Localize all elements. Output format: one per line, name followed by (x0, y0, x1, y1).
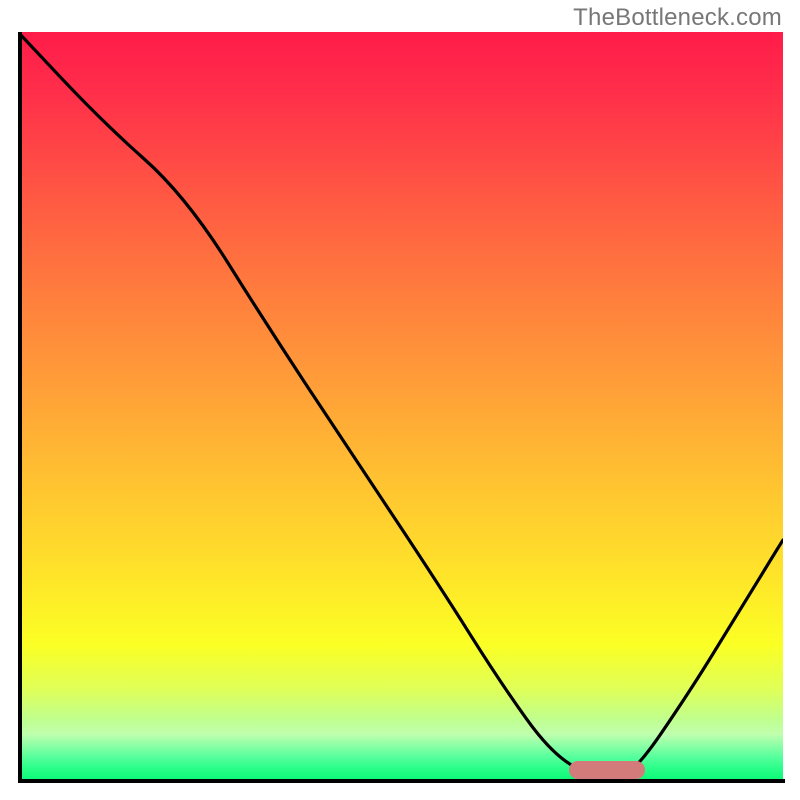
x-axis (18, 779, 785, 783)
plot-area (18, 32, 783, 779)
optimal-range-marker (569, 761, 646, 779)
y-axis (18, 32, 22, 781)
watermark-text: TheBottleneck.com (573, 4, 782, 32)
chart-stage: TheBottleneck.com (0, 0, 800, 800)
bottleneck-curve (18, 32, 783, 779)
